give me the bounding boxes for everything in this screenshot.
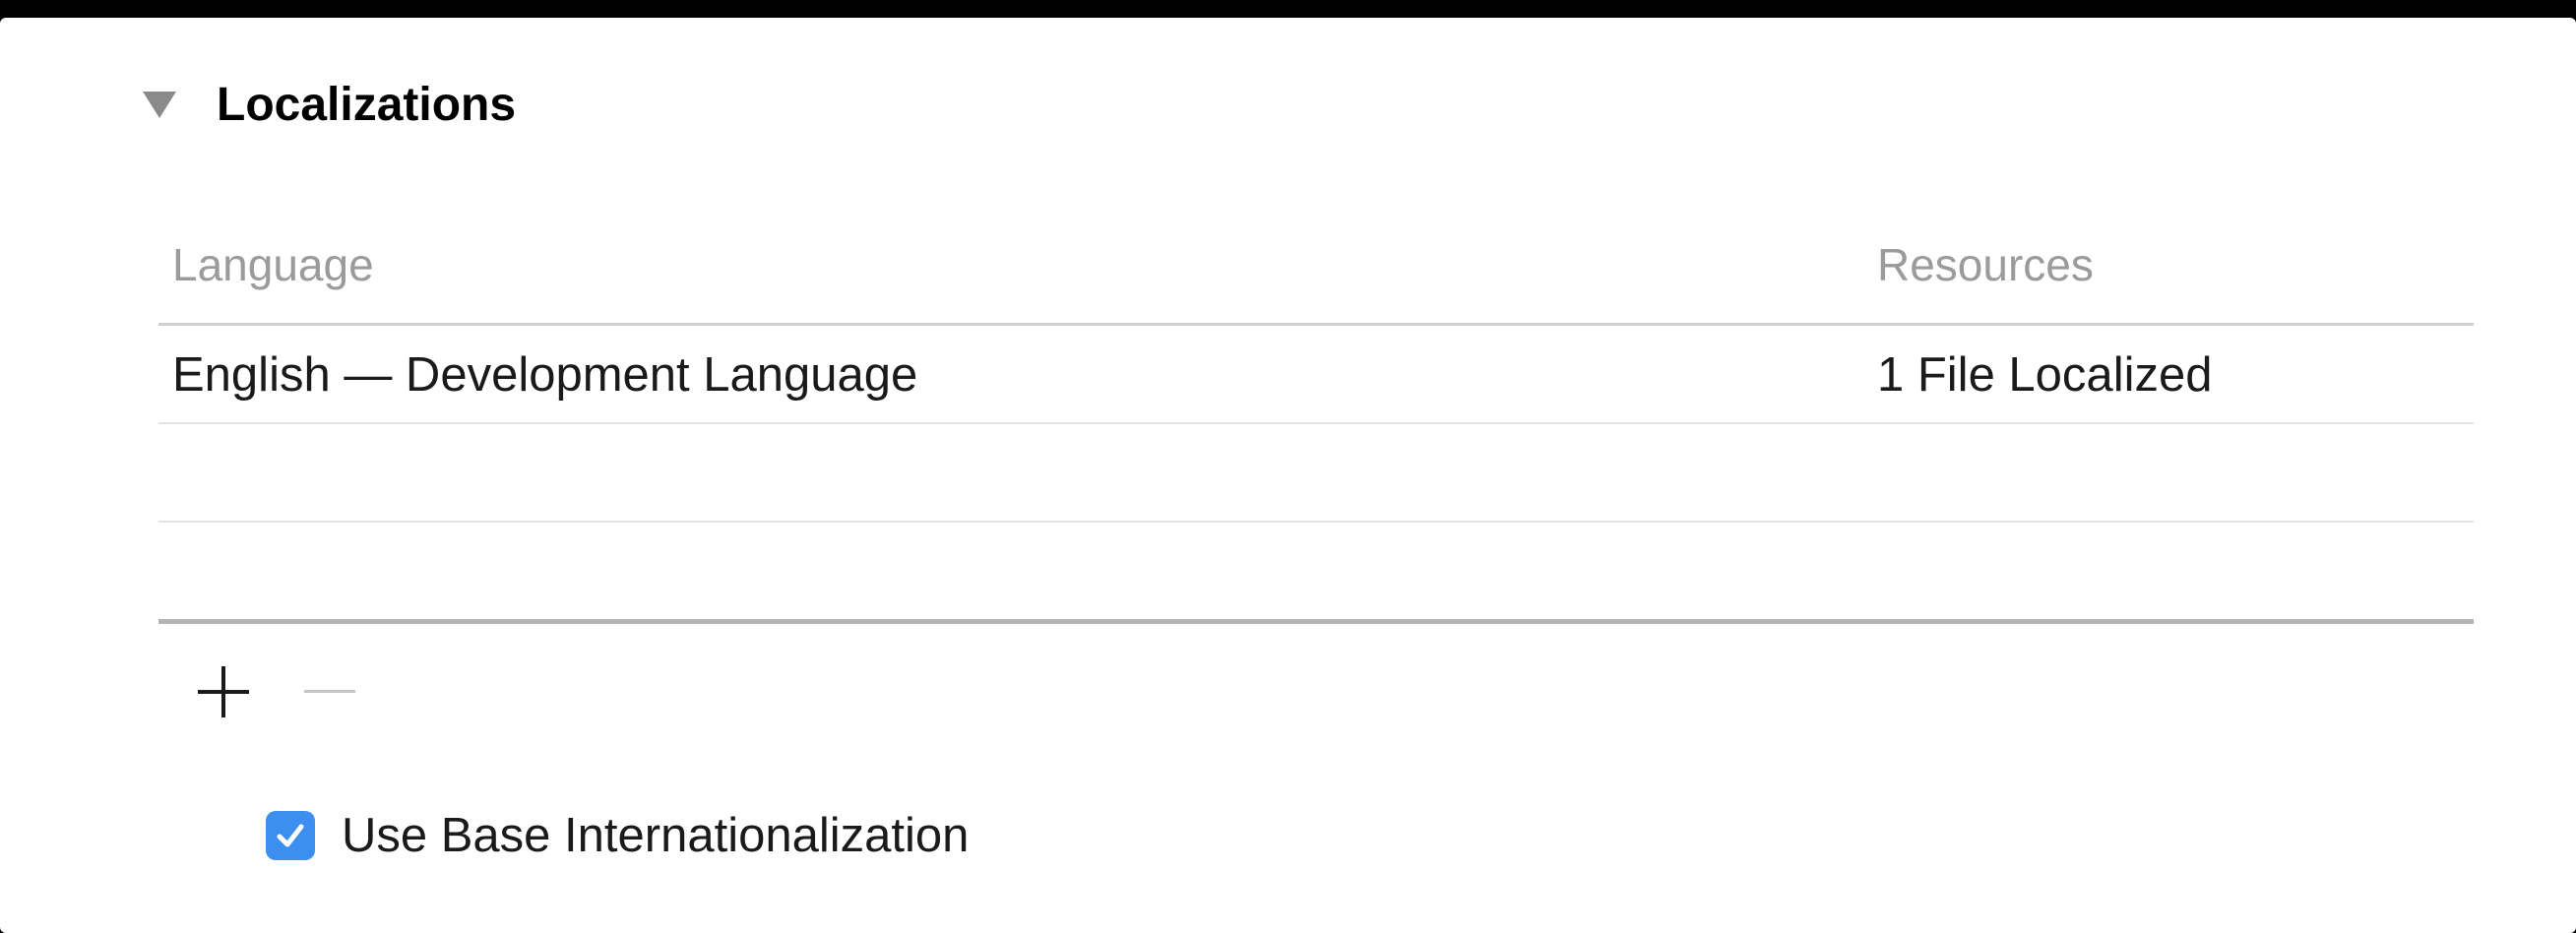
use-base-internationalization-toggle[interactable]: Use Base Internationalization <box>266 808 969 863</box>
table-header: Language Resources <box>158 215 2474 326</box>
language-cell: English — Development Language <box>172 348 918 402</box>
column-header-resources[interactable]: Resources <box>1877 238 2094 291</box>
resources-cell: 1 File Localized <box>1877 348 2213 402</box>
section-header: Localizations <box>143 75 516 134</box>
table-row[interactable]: English — Development Language 1 File Lo… <box>158 326 2474 424</box>
window-frame: Localizations Language Resources English… <box>0 0 2576 933</box>
checkmark-icon <box>277 824 304 847</box>
section-title: Localizations <box>217 78 517 131</box>
localizations-panel: Localizations Language Resources English… <box>0 18 2576 933</box>
add-localization-button[interactable] <box>192 660 255 723</box>
checkbox[interactable] <box>266 811 315 860</box>
localizations-table: Language Resources English — Development… <box>158 215 2474 624</box>
table-row[interactable] <box>158 424 2474 523</box>
checkbox-label: Use Base Internationalization <box>342 809 970 862</box>
table-controls <box>192 657 405 726</box>
remove-localization-button[interactable] <box>298 660 361 723</box>
column-header-language[interactable]: Language <box>172 238 374 291</box>
disclosure-triangle-icon[interactable] <box>143 91 176 118</box>
table-row[interactable] <box>158 523 2474 624</box>
